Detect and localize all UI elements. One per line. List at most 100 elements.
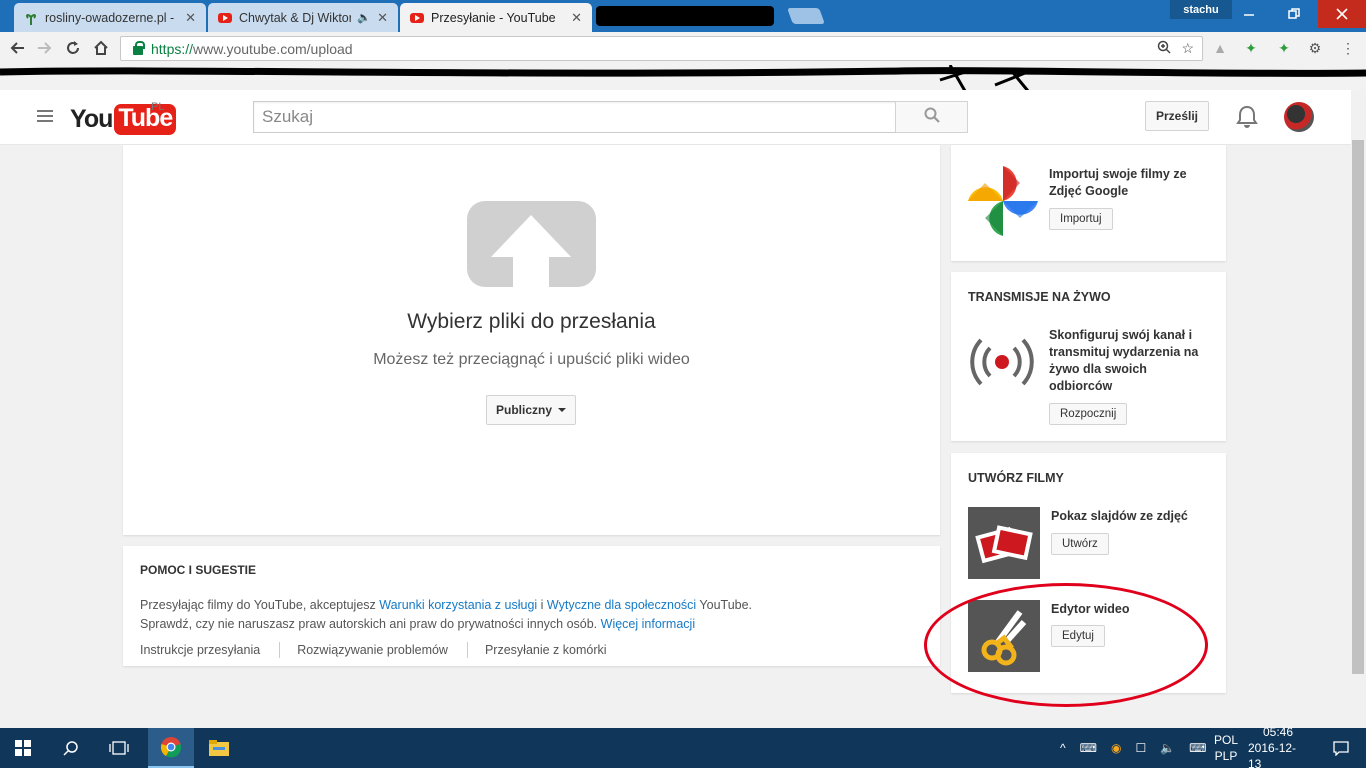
youtube-icon	[218, 11, 232, 25]
close-window-icon[interactable]	[1318, 0, 1366, 28]
clock[interactable]: 05:46 2016-12-13	[1248, 725, 1308, 768]
extension-icon[interactable]: ⚙	[1305, 38, 1325, 58]
search-input[interactable]: Szukaj	[253, 101, 896, 133]
help-links: Instrukcje przesyłania Rozwiązywanie pro…	[140, 642, 923, 658]
privacy-dropdown[interactable]: Publiczny	[486, 395, 576, 425]
start-live-button[interactable]: Rozpocznij	[1049, 403, 1128, 425]
close-icon[interactable]: ✕	[185, 10, 196, 26]
menu-dots-icon[interactable]: ⋮	[1338, 38, 1358, 58]
close-icon[interactable]: ✕	[377, 10, 388, 26]
avatar[interactable]	[1284, 102, 1314, 132]
chrome-taskbar-icon[interactable]	[148, 728, 194, 768]
live-text: Skonfiguruj swój kanał i transmituj wyda…	[1049, 328, 1199, 393]
home-icon[interactable]	[90, 37, 112, 59]
profile-name[interactable]: stachu	[1170, 0, 1232, 19]
troubleshooting-link[interactable]: Rozwiązywanie problemów	[279, 642, 467, 658]
mobile-upload-link[interactable]: Przesyłanie z komórki	[466, 642, 626, 658]
region-label: PL	[151, 101, 165, 113]
notifications-icon[interactable]	[1318, 728, 1364, 768]
reload-icon[interactable]	[62, 37, 84, 59]
edit-video-button[interactable]: Edytuj	[1051, 625, 1105, 647]
live-heading: TRANSMISJE NA ŻYWO	[968, 290, 1111, 304]
speaker-icon[interactable]: 🔈	[357, 11, 371, 24]
back-icon[interactable]	[6, 37, 28, 59]
zoom-icon[interactable]	[1157, 40, 1171, 57]
slideshow-text: Pokaz slajdów ze zdjęć	[1051, 509, 1188, 523]
search-icon[interactable]	[48, 728, 94, 768]
windows-start-icon[interactable]	[0, 728, 46, 768]
new-tab-button[interactable]	[787, 8, 825, 24]
close-icon[interactable]: ✕	[571, 10, 582, 26]
search-icon	[924, 107, 940, 128]
search-button[interactable]	[895, 101, 968, 133]
create-videos-card: UTWÓRZ FILMY Pokaz slajdów ze zdjęć Utwó…	[951, 453, 1226, 693]
logo-tube: Tube	[114, 104, 177, 135]
extension-icon[interactable]: ✦	[1241, 38, 1261, 58]
address-bar[interactable]: https:// www.youtube.com/upload ☆	[120, 36, 1203, 61]
tab-rosliny[interactable]: rosliny-owadozerne.pl - ✕	[14, 3, 206, 32]
bell-icon[interactable]	[1236, 105, 1258, 134]
create-heading: UTWÓRZ FILMY	[968, 471, 1064, 485]
search-placeholder: Szukaj	[262, 107, 314, 126]
slideshow-icon	[968, 507, 1040, 579]
more-info-link[interactable]: Więcej informacji	[601, 617, 695, 631]
drive-extension-icon[interactable]: ▲	[1210, 38, 1230, 58]
keyboard-icon[interactable]: ⌨	[1189, 741, 1206, 755]
extension-icon[interactable]: ✦	[1274, 38, 1294, 58]
url-text: www.youtube.com/upload	[193, 40, 353, 57]
volume-icon[interactable]: 🔈	[1160, 741, 1175, 755]
task-view-icon[interactable]	[96, 728, 142, 768]
tab-title: Chwytak & Dj Wiktor	[239, 10, 352, 25]
logo-you: You	[70, 105, 113, 133]
import-button[interactable]: Importuj	[1049, 208, 1113, 230]
upload-instructions-link[interactable]: Instrukcje przesyłania	[140, 642, 279, 658]
browser-toolbar: https:// www.youtube.com/upload ☆ ▲ ✦ ✦ …	[0, 32, 1366, 65]
upload-arrow-icon[interactable]	[467, 201, 596, 287]
forward-icon[interactable]	[34, 37, 56, 59]
language-indicator[interactable]: POL PLP	[1214, 728, 1238, 768]
lock-icon	[133, 41, 145, 55]
file-explorer-icon[interactable]	[196, 728, 242, 768]
create-slideshow-button[interactable]: Utwórz	[1051, 533, 1109, 555]
lang-bottom: PLP	[1214, 749, 1238, 763]
upload-title: Wybierz pliki do przesłania	[407, 310, 656, 333]
youtube-masthead: You Tube PL Szukaj Prześlij	[0, 90, 1351, 145]
tab-przesylanie[interactable]: Przesyłanie - YouTube ✕	[400, 3, 592, 32]
guidelines-link[interactable]: Wytyczne dla społeczności	[547, 598, 696, 612]
scissors-icon	[968, 600, 1040, 672]
help-text-part: Przesyłając filmy do YouTube, akceptujes…	[140, 598, 380, 612]
privacy-label: Publiczny	[495, 403, 552, 417]
browser-tab-strip: rosliny-owadozerne.pl - ✕ Chwytak & Dj W…	[0, 0, 1366, 32]
chevron-up-icon[interactable]: ^	[1060, 741, 1066, 755]
upload-dropzone[interactable]: Wybierz pliki do przesłania Możesz też p…	[123, 145, 940, 535]
restore-icon[interactable]	[1271, 0, 1316, 28]
youtube-logo[interactable]: You Tube PL	[70, 101, 177, 135]
scrollbar-thumb[interactable]	[1352, 140, 1364, 674]
network-icon[interactable]: ☐	[1135, 741, 1146, 755]
youtube-icon	[410, 11, 424, 25]
help-title: POMOC I SUGESTIE	[140, 563, 257, 577]
caret-down-icon	[558, 408, 566, 412]
tab-title: Przesyłanie - YouTube	[431, 10, 556, 25]
url-scheme: https://	[151, 40, 194, 57]
terms-link[interactable]: Warunki korzystania z usługi	[379, 598, 537, 612]
page-scrollbar[interactable]	[1351, 90, 1366, 728]
help-section: POMOC I SUGESTIE Przesyłając filmy do Yo…	[123, 546, 940, 666]
clock-time: 05:46	[1262, 725, 1294, 739]
help-text-part: Sprawdź, czy nie naruszasz praw autorski…	[140, 617, 601, 631]
help-text: Przesyłając filmy do YouTube, akceptujes…	[140, 596, 923, 634]
lang-top: POL	[1214, 733, 1239, 747]
tab-chwytak[interactable]: Chwytak & Dj Wiktor 🔈 ✕	[208, 3, 398, 32]
upload-button[interactable]: Prześlij	[1145, 101, 1209, 131]
system-tray: ^ ⌨ ◉ ☐ 🔈 ⌨	[1060, 728, 1207, 768]
guide-menu-icon[interactable]	[37, 110, 53, 122]
upload-subtitle: Możesz też przeciągnąć i upuścić pliki w…	[373, 351, 690, 368]
minimize-icon[interactable]	[1226, 0, 1271, 28]
tray-app-icon[interactable]: ◉	[1111, 741, 1121, 755]
live-card: TRANSMISJE NA ŻYWO Skonfiguruj swój kana…	[951, 272, 1226, 441]
help-text-part: YouTube.	[696, 598, 753, 612]
windows-taskbar: ^ ⌨ ◉ ☐ 🔈 ⌨ POL PLP 05:46 2016-12-13	[0, 725, 1366, 768]
bookmark-star-icon[interactable]: ☆	[1181, 40, 1194, 57]
google-photos-icon	[968, 166, 1038, 241]
input-method-icon[interactable]: ⌨	[1080, 741, 1097, 755]
